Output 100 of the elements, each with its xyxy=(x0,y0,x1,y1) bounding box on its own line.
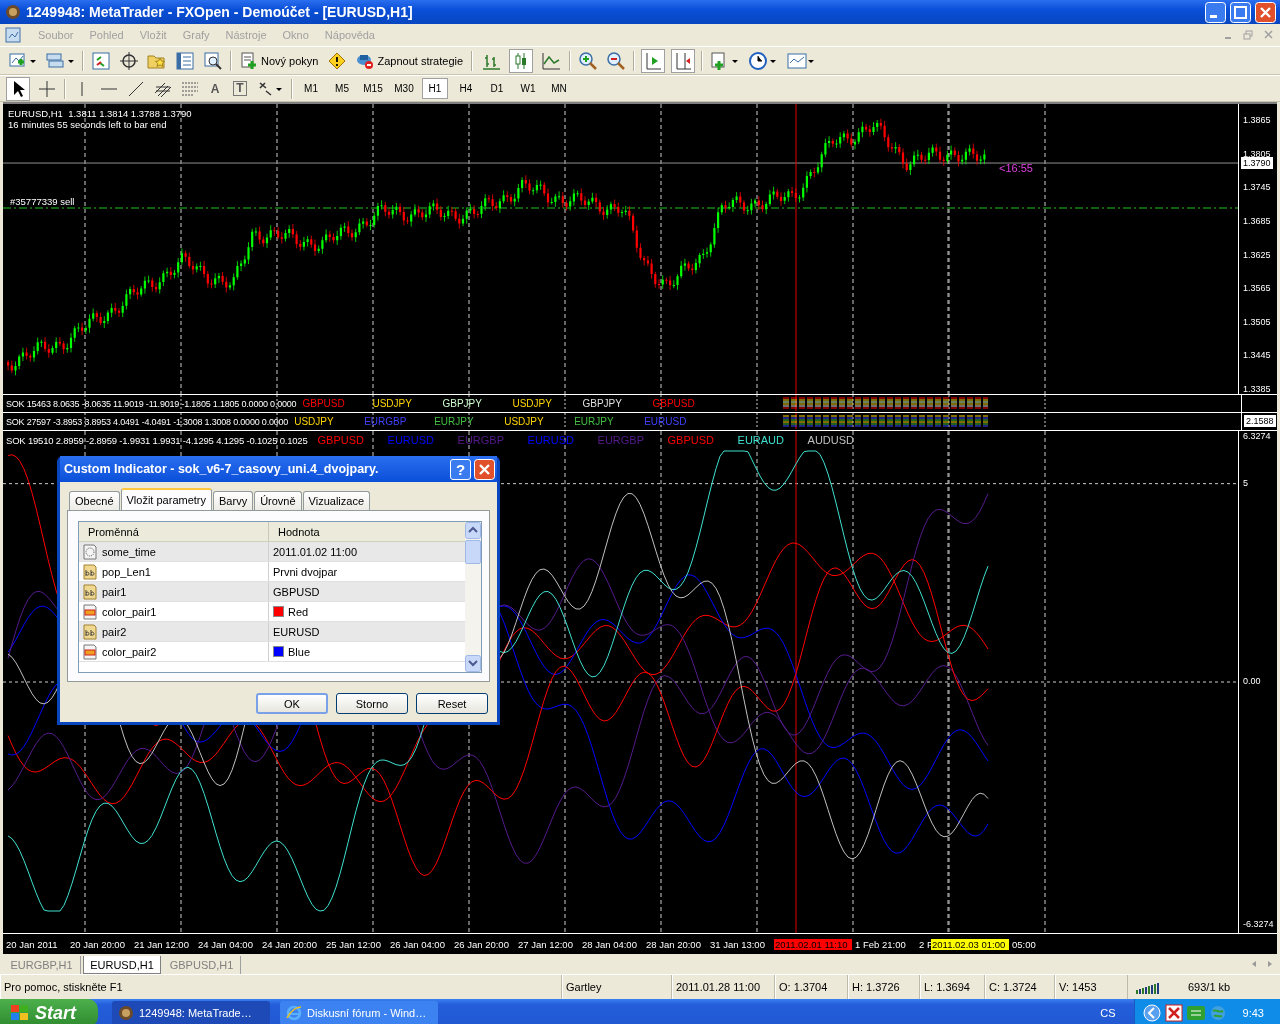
magnifier-chart-icon[interactable] xyxy=(202,49,224,72)
timeframe-button[interactable]: D1 xyxy=(484,78,510,99)
parameter-name[interactable]: pop_Len1 xyxy=(79,562,269,581)
app-icon xyxy=(118,1005,134,1021)
scrollbar[interactable] xyxy=(465,522,481,672)
pair-label: GBPUSD xyxy=(317,434,365,446)
timeframe-button[interactable]: M1 xyxy=(298,78,324,99)
time-label: 05:00 xyxy=(1012,938,1037,950)
timeframe-button[interactable]: H4 xyxy=(453,78,479,99)
market-watch-icon[interactable] xyxy=(90,49,112,72)
help-button[interactable]: ? xyxy=(450,458,471,480)
autoscroll-icon[interactable] xyxy=(641,48,666,73)
timeframe-button[interactable]: M15 xyxy=(360,78,386,99)
pair-label: EURUSD xyxy=(527,434,575,446)
parameter-value[interactable]: 2011.01.02 11:00 xyxy=(269,542,465,561)
scroll-thumb[interactable] xyxy=(465,540,481,564)
dialog-tab[interactable]: Úrovně xyxy=(254,491,302,510)
current-price-tag: 1.3790 xyxy=(1241,157,1273,170)
timeframe-button[interactable]: W1 xyxy=(515,78,541,99)
timeframe-button[interactable]: H1 xyxy=(422,78,448,99)
language-indicator[interactable]: CS xyxy=(1100,1007,1116,1019)
text-parameter-icon xyxy=(82,583,98,600)
dialog-button[interactable]: OK xyxy=(256,693,328,714)
bar-timer: <16:55 xyxy=(999,162,1033,174)
parameter-value[interactable]: Prvni dvojpar xyxy=(269,562,465,581)
time-marker: 2011.02.01 11:10 xyxy=(774,938,852,950)
indicator-axis-label: 6.3274 xyxy=(1243,431,1271,441)
pair-label: EURGBP xyxy=(597,434,645,446)
parameter-name[interactable]: color_pair1 xyxy=(79,602,269,621)
indicator-values: SOK 19510 2.8959 -2.8959 -1.9931 1.9931 -4.1295 4.1295 -0.1025 0.1025 xyxy=(6,434,308,446)
pair-label: EURJPY xyxy=(434,416,475,427)
scroll-up-icon[interactable] xyxy=(465,522,481,539)
chart-info: EURUSD,H1 1.3811 1.3814 1.3788 1.3790 xyxy=(8,108,192,119)
parameter-name[interactable]: color_pair2 xyxy=(79,642,269,661)
new-order-button[interactable]: Nový pokyn xyxy=(238,51,321,70)
close-icon[interactable] xyxy=(474,458,495,480)
indicator-axis-label: -6.3274 xyxy=(1243,919,1274,929)
pair-label: AUDUSD xyxy=(807,434,855,446)
timeframe-button[interactable]: MN xyxy=(546,78,572,99)
parameter-name[interactable]: pair1 xyxy=(79,582,269,601)
indicator-values: SOK 27597 -3.8953 3.8953 4.0491 -4.0491 -1.3008 1.3008 0.0000 0.0000 xyxy=(6,416,289,427)
document-plus-icon xyxy=(240,51,258,70)
parameter-name[interactable]: some_time xyxy=(79,542,269,561)
color-parameter-icon xyxy=(82,603,98,620)
indicator-axis-label: 5 xyxy=(1243,477,1248,488)
parameter-value[interactable]: Blue xyxy=(269,642,465,661)
time-label: 24 Jan 20:00 xyxy=(262,938,318,950)
taskbar-button[interactable]: 1249948: MetaTrade… xyxy=(112,1001,270,1024)
chart-shift-icon[interactable] xyxy=(671,48,696,73)
taskbar-button[interactable]: Diskusní fórum - Wind… xyxy=(280,1001,438,1024)
price-label: 1.3505 xyxy=(1243,316,1271,327)
indicator-values: SOK 15463 8.0635 -8.0635 11.9019 -11.9019 -1.1805 1.1805 0.0000 0.0000 xyxy=(6,398,297,409)
pair-label: EURGBP xyxy=(457,434,505,446)
time-label: 1 Feb 21:00 xyxy=(855,938,907,950)
error-icon[interactable] xyxy=(1164,1004,1183,1022)
text-parameter-icon xyxy=(82,623,98,640)
candlestick-icon[interactable] xyxy=(509,48,534,73)
minimize-icon[interactable] xyxy=(1205,1,1226,23)
dialog-tab[interactable]: Vizualizace xyxy=(302,491,371,510)
dialog-button[interactable]: Reset xyxy=(416,693,488,714)
dialog-tab[interactable]: Barvy xyxy=(213,491,254,510)
browser-icon xyxy=(286,1005,302,1021)
maximize-icon[interactable] xyxy=(1230,1,1251,23)
bar-countdown: 16 minutes 55 seconds left to bar end xyxy=(8,119,167,130)
price-label: 1.3625 xyxy=(1243,249,1271,260)
expert-advisors-button[interactable]: Zapnout strategie xyxy=(354,51,466,70)
time-label: 31 Jan 13:00 xyxy=(710,938,766,950)
column-header[interactable]: Hodnota xyxy=(269,522,465,541)
scroll-down-icon[interactable] xyxy=(465,655,481,672)
dialog-tab[interactable]: Obecné xyxy=(69,491,120,510)
close-icon[interactable] xyxy=(1255,1,1276,23)
column-header[interactable]: Proměnná xyxy=(79,522,269,541)
parameter-value[interactable]: GBPUSD xyxy=(269,582,465,601)
price-label: 1.3685 xyxy=(1243,215,1271,226)
indicator-axis-label: 0.00 xyxy=(1243,676,1261,686)
parameter-value[interactable]: EURUSD xyxy=(269,622,465,641)
chevron-left-icon[interactable] xyxy=(1142,1004,1161,1022)
pair-label: EURAUD xyxy=(737,434,785,446)
cursor-icon[interactable] xyxy=(6,76,30,101)
parameter-value[interactable]: Red xyxy=(269,602,465,621)
terminal-icon[interactable] xyxy=(174,49,196,72)
price-label: 1.3745 xyxy=(1243,182,1271,193)
dialog-button[interactable]: Storno xyxy=(336,693,408,714)
time-label: 20 Jan 20:00 xyxy=(70,938,126,950)
timeframe-button[interactable]: M5 xyxy=(329,78,355,99)
dialog-tab[interactable]: Vložit parametry xyxy=(120,488,212,510)
time-label: 28 Jan 20:00 xyxy=(646,938,702,950)
time-label: 20 Jan 2011 xyxy=(6,938,59,950)
chart-tab[interactable]: EURUSD,H1 xyxy=(83,956,161,974)
timeframe-button[interactable]: M30 xyxy=(391,78,417,99)
text-parameter-icon xyxy=(82,563,98,580)
window-title: 1249948: MetaTrader - FXOpen - Demoúčet - [EURUSD,H1] xyxy=(26,4,414,20)
crosshair-icon[interactable] xyxy=(118,49,140,72)
text-tool[interactable]: A xyxy=(206,81,224,96)
clock: 9:43 xyxy=(1242,1007,1264,1019)
pair-label: EURUSD xyxy=(644,416,688,427)
parameter-name[interactable]: pair2 xyxy=(79,622,269,641)
label-tool[interactable]: T xyxy=(233,81,247,96)
pair-label: GBPJPY xyxy=(442,398,483,409)
price-label: 1.3445 xyxy=(1243,350,1271,361)
